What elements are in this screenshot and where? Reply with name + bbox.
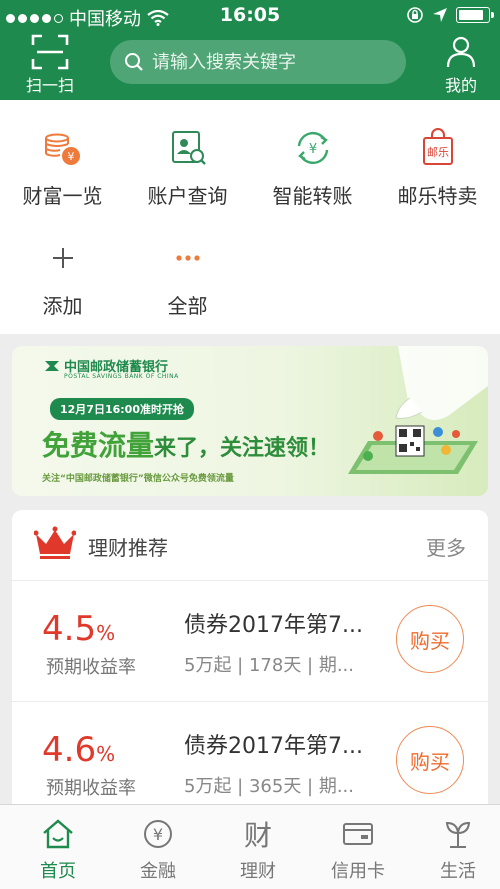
product-rate: 4.6% <box>42 730 116 770</box>
menu-item-youle-sale[interactable]: 邮乐 邮乐特卖 <box>375 128 500 209</box>
product-rate: 4.5% <box>42 609 116 649</box>
recommend-header: 理财推荐 更多 <box>12 510 488 581</box>
life-plant-icon <box>445 821 471 848</box>
finance-icon: ¥ <box>144 820 172 848</box>
user-icon <box>446 36 476 68</box>
banner-logo-sub: POSTAL SAVINGS BANK OF CHINA <box>64 373 179 380</box>
banner-note: 关注“中国邮政储蓄银行”微信公众号免费领流量 <box>42 474 234 484</box>
top-header: 中国移动 16:05 扫一扫 请输入搜索关键字 我的 <box>0 0 500 100</box>
quick-menu: ¥ 财富一览 账户查询 ¥ 智能转账 邮乐 邮乐特卖 添加 全部 <box>0 100 500 334</box>
wealth-recommend-panel: 理财推荐 更多 4.5% 预期收益率 债券2017年第7... 5万起 | 17… <box>12 510 488 823</box>
scan-button[interactable]: 扫一扫 <box>18 32 82 95</box>
menu-item-wealth-overview[interactable]: ¥ 财富一览 <box>0 128 125 209</box>
search-icon <box>125 53 143 71</box>
tab-label: 首页 <box>40 861 76 882</box>
menu-item-smart-transfer[interactable]: ¥ 智能转账 <box>250 128 375 209</box>
product-row[interactable]: 4.5% 预期收益率 债券2017年第7... 5万起 | 178天 | 期..… <box>12 581 488 702</box>
menu-label: 财富一览 <box>22 184 103 208</box>
svg-text:¥: ¥ <box>153 825 163 844</box>
plus-icon <box>52 248 73 268</box>
rate-label: 预期收益率 <box>46 657 136 678</box>
wealth-icon: 财 <box>244 819 272 851</box>
buy-button[interactable]: 购买 <box>396 605 464 673</box>
crown-icon <box>34 526 76 559</box>
banner-headline: 免费流量来了，关注速领！ <box>42 429 331 462</box>
battery-icon <box>456 7 494 23</box>
tab-home[interactable]: 首页 <box>8 817 108 883</box>
my-account-button[interactable]: 我的 <box>434 32 488 95</box>
product-meta: 5万起 | 178天 | 期... <box>184 655 354 676</box>
phone-qr-illustration <box>348 346 488 474</box>
credit-card-icon <box>343 823 373 845</box>
menu-label: 智能转账 <box>272 184 353 208</box>
postal-bank-logo-icon <box>45 361 59 371</box>
scan-icon <box>31 34 69 70</box>
location-arrow-icon <box>433 8 447 22</box>
status-bar: 中国移动 16:05 <box>0 0 500 32</box>
scan-label: 扫一扫 <box>25 76 74 95</box>
banner-date-tag: 12月7日16:00准时开抢 <box>50 398 194 420</box>
svg-text:¥: ¥ <box>67 150 74 163</box>
tab-wealth[interactable]: 财 理财 <box>208 817 308 883</box>
tab-label: 金融 <box>140 861 176 882</box>
menu-item-add[interactable]: 添加 <box>0 238 125 319</box>
svg-text:财: 财 <box>244 819 272 851</box>
recommend-more-link[interactable]: 更多 <box>426 532 466 561</box>
my-label: 我的 <box>444 76 477 95</box>
recommend-title: 理财推荐 <box>88 536 168 560</box>
tab-label: 理财 <box>240 861 276 882</box>
transfer-icon: ¥ <box>297 131 328 165</box>
product-name: 债券2017年第7... <box>184 734 363 759</box>
menu-label: 添加 <box>42 294 83 318</box>
more-dots-icon <box>175 255 200 261</box>
menu-item-account-query[interactable]: 账户查询 <box>125 128 250 209</box>
tab-label: 生活 <box>440 861 476 882</box>
menu-label: 账户查询 <box>147 184 228 208</box>
menu-item-all[interactable]: 全部 <box>125 238 250 319</box>
shopping-bag-icon: 邮乐 <box>422 128 453 165</box>
account-search-icon <box>171 131 206 165</box>
bottom-tab-bar: 首页 ¥ 金融 财 理财 信用卡 生活 <box>0 804 500 889</box>
buy-button[interactable]: 购买 <box>396 726 464 794</box>
tab-credit-card[interactable]: 信用卡 <box>308 817 408 883</box>
promo-banner[interactable]: 中国邮政储蓄银行 POSTAL SAVINGS BANK OF CHINA 12… <box>12 346 488 496</box>
product-name: 债券2017年第7... <box>184 613 363 638</box>
rate-label: 预期收益率 <box>46 778 136 799</box>
svg-text:¥: ¥ <box>308 142 316 157</box>
menu-label: 全部 <box>167 294 208 318</box>
coins-icon: ¥ <box>44 133 80 165</box>
menu-label: 邮乐特卖 <box>397 184 478 208</box>
product-meta: 5万起 | 365天 | 期... <box>184 776 354 797</box>
tab-finance[interactable]: ¥ 金融 <box>108 817 208 883</box>
home-icon <box>43 819 73 849</box>
svg-text:邮乐: 邮乐 <box>427 146 449 159</box>
search-bar[interactable] <box>110 40 406 84</box>
tab-label: 信用卡 <box>331 861 385 882</box>
search-input[interactable] <box>150 50 394 74</box>
tab-life[interactable]: 生活 <box>408 817 500 883</box>
rotation-lock-icon <box>407 7 423 23</box>
